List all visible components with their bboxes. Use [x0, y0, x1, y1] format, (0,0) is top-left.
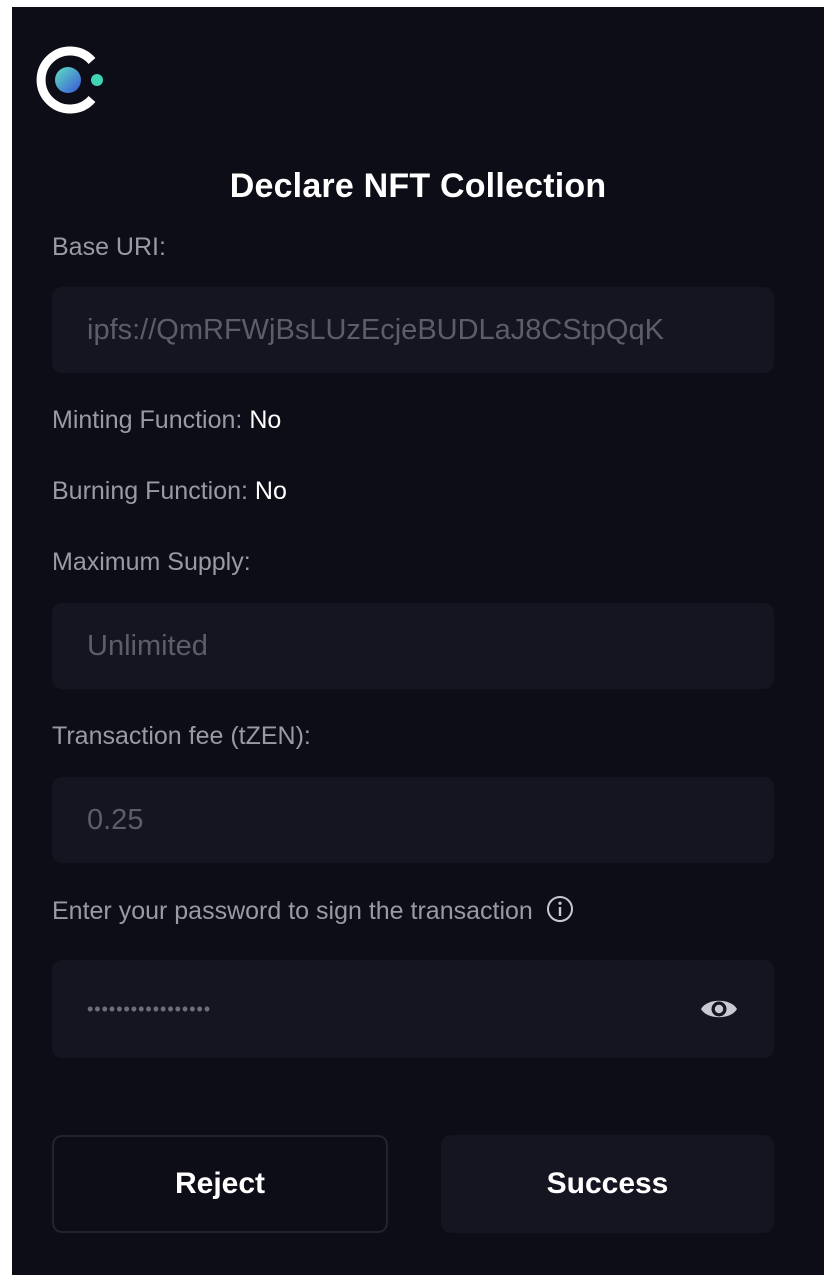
base-uri-field[interactable]: ipfs://QmRFWjBsLUzEcjeBUDLaJ8CStpQqK: [52, 287, 774, 373]
password-input[interactable]: •••••••••••••••••: [52, 960, 774, 1058]
eye-icon[interactable]: [700, 995, 738, 1023]
reject-button-label: Reject: [174, 1167, 266, 1200]
sign-transaction-panel: Declare NFT Collection Base URI: ipfs://…: [12, 7, 824, 1275]
app-logo-icon: [36, 46, 103, 114]
burning-function-label: Burning Function:: [52, 477, 248, 505]
password-masked-value: •••••••••••••••••: [87, 998, 212, 1019]
base-uri-label: Base URI:: [52, 233, 166, 261]
transaction-fee-field[interactable]: 0.25: [52, 777, 774, 863]
password-label: Enter your password to sign the transact…: [52, 897, 533, 925]
transaction-fee-value: 0.25: [87, 803, 144, 836]
maximum-supply-label: Maximum Supply:: [52, 548, 251, 576]
page-title: Declare NFT Collection: [229, 167, 607, 205]
minting-function-row: Minting Function: No: [52, 406, 281, 435]
maximum-supply-value: Unlimited: [87, 629, 208, 662]
burning-function-row: Burning Function: No: [52, 477, 287, 506]
success-button[interactable]: Success: [441, 1135, 774, 1233]
maximum-supply-field[interactable]: Unlimited: [52, 603, 774, 689]
reject-button[interactable]: Reject: [52, 1135, 388, 1233]
base-uri-value: ipfs://QmRFWjBsLUzEcjeBUDLaJ8CStpQqK: [87, 313, 664, 346]
password-label-row: Enter your password to sign the transact…: [52, 895, 574, 926]
burning-function-value: No: [254, 477, 287, 505]
info-icon[interactable]: [546, 895, 574, 923]
minting-function-value: No: [249, 406, 282, 434]
transaction-fee-label: Transaction fee (tZEN):: [52, 722, 311, 750]
minting-function-label: Minting Function:: [52, 406, 243, 434]
success-button-label: Success: [546, 1167, 669, 1200]
